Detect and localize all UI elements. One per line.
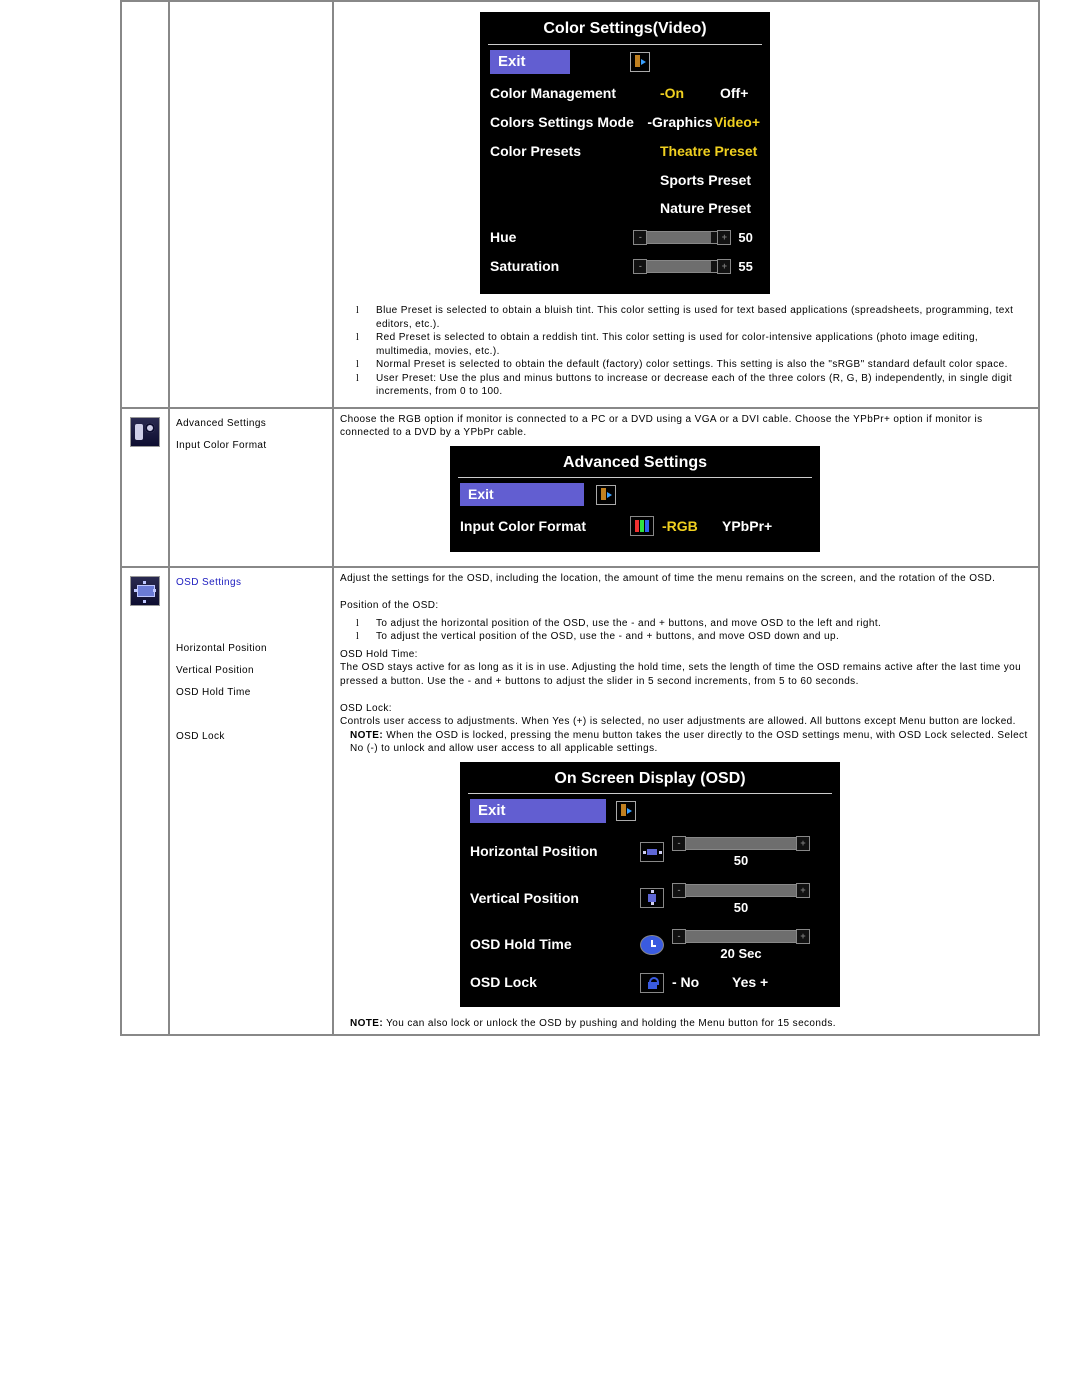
final-note: NOTE: You can also lock or unlock the OS… <box>340 1017 1032 1031</box>
v-label: Vertical Position <box>470 889 640 908</box>
row2-label-cell: Advanced Settings Input Color Format <box>169 408 333 567</box>
osd-title: On Screen Display (OSD) <box>460 762 840 794</box>
v-position-label: Vertical Position <box>176 660 326 682</box>
rgb-icon <box>630 516 654 536</box>
osd-settings-icon <box>130 576 160 606</box>
lock-heading: OSD Lock: <box>340 702 1032 716</box>
vpos-icon <box>640 888 664 908</box>
v-value: 50 <box>672 899 810 917</box>
color-settings-osd: Color Settings(Video) Exit Color Managem… <box>480 12 770 294</box>
row1-label-cell <box>169 1 333 408</box>
osd-hold-label: OSD Hold Time <box>176 682 326 704</box>
hold-heading: OSD Hold Time: <box>340 648 1032 662</box>
row2-content: Choose the RGB option if monitor is conn… <box>333 408 1039 567</box>
icf-rgb[interactable]: -RGB <box>662 517 722 536</box>
advanced-osd: Advanced Settings Exit Input Color Forma… <box>450 446 820 552</box>
h-label: Horizontal Position <box>470 842 640 861</box>
row3-label-cell: OSD Settings Horizontal Position Vertica… <box>169 567 333 1035</box>
h-position-label: Horizontal Position <box>176 638 326 660</box>
color-management-off[interactable]: Off+ <box>720 84 748 103</box>
input-color-format-label: Input Color Format <box>176 435 326 457</box>
row3-content: Adjust the settings for the OSD, includi… <box>333 567 1039 1035</box>
osd-display-osd: On Screen Display (OSD) Exit Horizontal … <box>460 762 840 1007</box>
lock-note: NOTE: When the OSD is locked, pressing t… <box>340 729 1032 756</box>
osd-pos-list: To adjust the horizontal position of the… <box>364 617 1032 644</box>
osd-intro: Adjust the settings for the OSD, includi… <box>340 572 1032 586</box>
hue-slider[interactable]: -+ <box>633 231 731 244</box>
row1-content: Color Settings(Video) Exit Color Managem… <box>333 1 1039 408</box>
lock-yes[interactable]: Yes + <box>732 973 768 992</box>
color-notes-list: Blue Preset is selected to obtain a blui… <box>364 304 1032 399</box>
lock-desc: Controls user access to adjustments. Whe… <box>340 715 1032 729</box>
color-management-on[interactable]: -On <box>660 84 720 103</box>
note-normal: Normal Preset is selected to obtain the … <box>364 358 1032 372</box>
saturation-label: Saturation <box>490 257 633 276</box>
osd-pos-v: To adjust the vertical position of the O… <box>364 630 1032 644</box>
note-user: User Preset: Use the plus and minus butt… <box>364 372 1032 399</box>
note-body: You can also lock or unlock the OSD by p… <box>383 1018 836 1029</box>
hold-desc: The OSD stays active for as long as it i… <box>340 661 1032 688</box>
row2-icon-cell <box>121 408 169 567</box>
osd-pos-heading: Position of the OSD: <box>340 599 1032 613</box>
settings-table: Color Settings(Video) Exit Color Managem… <box>120 0 1040 1036</box>
hold-label: OSD Hold Time <box>470 935 640 954</box>
hue-label: Hue <box>490 228 633 247</box>
osd-pos-h: To adjust the horizontal position of the… <box>364 617 1032 631</box>
lock-no[interactable]: - No <box>672 973 732 992</box>
osd-title: Advanced Settings <box>450 446 820 478</box>
color-management-label: Color Management <box>490 84 660 103</box>
saturation-value: 55 <box>731 258 760 276</box>
exit-button[interactable]: Exit <box>490 50 570 74</box>
row3-icon-cell <box>121 567 169 1035</box>
color-presets-label: Color Presets <box>490 142 660 161</box>
saturation-slider[interactable]: -+ <box>633 260 731 273</box>
preset-nature[interactable]: Nature Preset <box>660 199 751 218</box>
note-prefix: NOTE: <box>350 730 383 741</box>
advanced-settings-label: Advanced Settings <box>176 413 326 435</box>
preset-theatre[interactable]: Theatre Preset <box>660 142 757 161</box>
osd-lock-label: OSD Lock <box>176 726 326 748</box>
osd-title: Color Settings(Video) <box>480 12 770 44</box>
preset-sports[interactable]: Sports Preset <box>660 171 751 190</box>
note-red: Red Preset is selected to obtain a reddi… <box>364 331 1032 358</box>
h-value: 50 <box>672 852 810 870</box>
clock-icon <box>640 935 664 955</box>
h-slider[interactable]: -+ <box>672 837 810 850</box>
note-blue: Blue Preset is selected to obtain a blui… <box>364 304 1032 331</box>
exit-icon <box>630 52 650 72</box>
icf-ypbpr[interactable]: YPbPr+ <box>722 517 772 536</box>
v-slider[interactable]: -+ <box>672 884 810 897</box>
note-body: When the OSD is locked, pressing the men… <box>350 730 1028 755</box>
color-mode-label: Colors Settings Mode <box>490 113 647 132</box>
lock-icon <box>640 973 664 993</box>
advanced-settings-icon <box>130 417 160 447</box>
note-prefix: NOTE: <box>350 1018 383 1029</box>
exit-button[interactable]: Exit <box>460 483 584 506</box>
color-mode-video[interactable]: Video+ <box>714 113 760 132</box>
osd-settings-label: OSD Settings <box>176 572 326 594</box>
hold-slider[interactable]: -+ <box>672 930 810 943</box>
exit-button[interactable]: Exit <box>470 799 606 823</box>
advanced-desc: Choose the RGB option if monitor is conn… <box>340 413 1032 440</box>
icf-label: Input Color Format <box>460 517 630 536</box>
color-mode-graphics[interactable]: -Graphics <box>647 113 714 132</box>
hpos-icon <box>640 842 664 862</box>
row1-icon-cell <box>121 1 169 408</box>
lock-label: OSD Lock <box>470 973 640 992</box>
hold-value: 20 Sec <box>672 945 810 963</box>
exit-icon <box>616 801 636 821</box>
hue-value: 50 <box>731 229 760 247</box>
exit-icon <box>596 485 616 505</box>
